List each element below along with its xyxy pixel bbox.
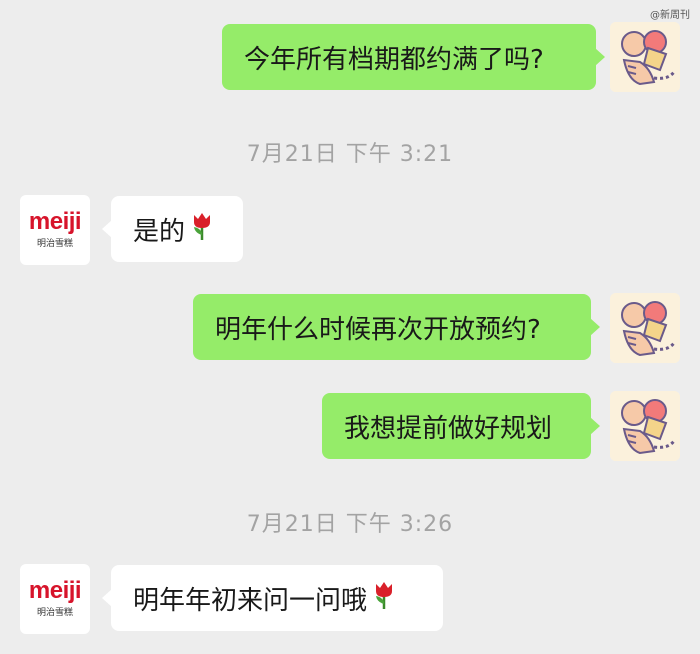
user-avatar[interactable] xyxy=(610,22,680,92)
meiji-logo: meiji xyxy=(28,577,82,604)
timestamp: 7月21日 下午 3:26 xyxy=(246,512,454,537)
user-avatar[interactable] xyxy=(610,391,680,461)
message-text: 是的 xyxy=(133,216,186,247)
contact-avatar[interactable]: meiji 明治雪糕 xyxy=(20,564,90,634)
message-text: 今年所有档期都约满了吗? xyxy=(244,44,544,75)
contact-avatar[interactable]: meiji 明治雪糕 xyxy=(20,195,90,265)
message-bubble-outgoing[interactable]: 我想提前做好规划 xyxy=(322,393,600,459)
timestamp: 7月21日 下午 3:21 xyxy=(246,142,454,167)
tulip-emoji-icon xyxy=(373,580,395,617)
message-text: 明年什么时候再次开放预约? xyxy=(215,314,541,345)
meiji-logo: meiji xyxy=(28,208,82,235)
watermark: @新周刊 xyxy=(650,10,690,21)
message-text: 我想提前做好规划 xyxy=(344,413,553,444)
tiger-avatar-icon xyxy=(610,391,680,461)
tiger-avatar-icon xyxy=(610,293,680,363)
user-avatar[interactable] xyxy=(610,293,680,363)
message-bubble-outgoing[interactable]: 明年什么时候再次开放预约? xyxy=(193,294,600,360)
tulip-emoji-icon xyxy=(191,211,213,248)
message-bubble-incoming[interactable]: 明年年初来问一问哦 xyxy=(102,565,443,631)
tiger-avatar-icon xyxy=(610,22,680,92)
message-text: 明年年初来问一问哦 xyxy=(133,585,368,616)
message-bubble-outgoing[interactable]: 今年所有档期都约满了吗? xyxy=(222,24,605,90)
meiji-logo-subtext: 明治雪糕 xyxy=(36,239,73,249)
message-bubble-incoming[interactable]: 是的 xyxy=(102,196,243,262)
meiji-logo-subtext: 明治雪糕 xyxy=(36,608,73,618)
